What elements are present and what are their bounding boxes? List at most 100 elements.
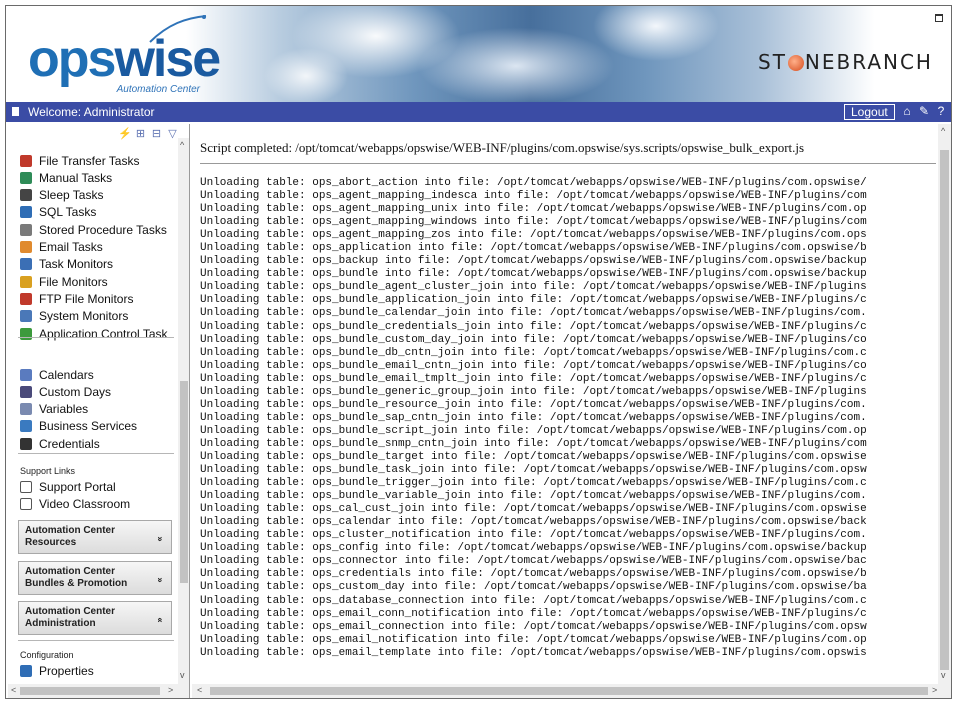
sidebar-item[interactable]: Application Control Task xyxy=(20,325,168,342)
lightning-icon[interactable]: ⚡ xyxy=(118,128,132,141)
sidebar-item[interactable]: Custom Days xyxy=(20,383,111,400)
sidebar-item[interactable]: Business Services xyxy=(20,418,137,435)
logo-main: ops xyxy=(28,30,116,88)
chevron-icon[interactable]: » xyxy=(154,536,166,541)
scroll-left-icon[interactable]: < xyxy=(11,685,16,695)
scroll-up-icon[interactable]: ^ xyxy=(941,126,945,136)
opswise-logo: opswise Automation Center xyxy=(28,15,221,98)
sidebar-item-label: Calendars xyxy=(39,367,94,382)
collapse-icon[interactable]: ⊟ xyxy=(150,128,163,141)
toggle-panel-icon[interactable] xyxy=(12,107,19,116)
sidebar-item[interactable]: File Monitors xyxy=(20,273,108,290)
logout-button[interactable]: Logout xyxy=(844,104,895,120)
sidebar-item[interactable]: File Transfer Tasks xyxy=(20,152,139,169)
sidebar-item[interactable]: Manual Tasks xyxy=(20,169,112,186)
file-transfer-icon xyxy=(20,154,32,167)
sidebar-item-label: System Monitors xyxy=(39,309,129,324)
brand-pre: ST xyxy=(758,50,787,74)
expand-icon[interactable]: ⊞ xyxy=(134,128,147,141)
file-monitor-icon xyxy=(20,275,32,288)
sidebar-item-label: Custom Days xyxy=(39,384,112,399)
sidebar-item[interactable]: Stored Procedure Tasks xyxy=(20,221,167,238)
sidebar-item-label: Stored Procedure Tasks xyxy=(39,222,167,237)
log-line: Unloading table: ops_database_connection… xyxy=(200,594,867,607)
sidebar-item-label: Task Monitors xyxy=(39,257,114,272)
business-services-icon xyxy=(20,420,32,433)
log-line: Unloading table: ops_bundle_resource_joi… xyxy=(200,398,867,411)
sidebar-item-label: File Monitors xyxy=(39,274,108,289)
log-line: Unloading table: ops_bundle_variable_joi… xyxy=(200,490,867,503)
sidebar-hscroll-thumb[interactable] xyxy=(20,687,160,695)
sidebar-item[interactable]: Task Monitors xyxy=(20,256,113,273)
panel-title-line2: Resources xyxy=(25,537,77,548)
collapsible-panel[interactable]: Automation Center Bundles & Promotion » xyxy=(18,561,172,595)
log-line: Unloading table: ops_bundle_db_cntn_join… xyxy=(200,346,867,359)
main-hscroll-thumb[interactable] xyxy=(210,687,928,695)
panel-title-line2: Administration xyxy=(25,618,96,629)
panel-title-line2: Bundles & Promotion xyxy=(25,578,128,589)
sidebar-item[interactable]: FTP File Monitors xyxy=(20,290,133,307)
email-icon xyxy=(20,241,32,253)
top-bar-icons: ⌂ ✎ ? xyxy=(900,104,948,118)
maximize-icon[interactable] xyxy=(935,14,943,22)
log-line: Unloading table: ops_application into fi… xyxy=(200,242,867,255)
sidebar-item[interactable]: SQL Tasks xyxy=(20,204,96,221)
sidebar-item-label: Support Portal xyxy=(39,479,116,494)
sidebar-item[interactable]: Video Classroom xyxy=(20,495,130,512)
scroll-left-icon[interactable]: < xyxy=(197,685,202,695)
sidebar-item[interactable]: Properties xyxy=(20,662,94,679)
section-divider xyxy=(18,337,174,338)
app-window: opswise Automation Center ST NEBRANCH Wel… xyxy=(5,5,952,699)
page-icon xyxy=(20,497,32,510)
logo-accent: wise xyxy=(114,30,221,88)
log-line: Unloading table: ops_bundle_target into … xyxy=(200,450,867,463)
sidebar-item[interactable]: System Monitors xyxy=(20,308,128,325)
top-bar: Welcome: Administrator Logout ⌂ ✎ ? xyxy=(6,102,951,122)
sidebar-item[interactable]: Email Tasks xyxy=(20,239,103,256)
panel-title-line1: Automation Center xyxy=(25,525,115,536)
sidebar-item[interactable]: Support Portal xyxy=(20,478,116,495)
sidebar-horizontal-scrollbar[interactable]: < > xyxy=(8,684,189,698)
sidebar-scroll-thumb[interactable] xyxy=(180,381,188,583)
sidebar-item-label: Sleep Tasks xyxy=(39,188,104,203)
sidebar-item-label: Email Tasks xyxy=(39,240,103,254)
chevron-icon[interactable]: « xyxy=(154,617,166,622)
sidebar-item[interactable]: Variables xyxy=(20,401,88,418)
sidebar-item-label: Variables xyxy=(39,402,89,417)
main-scroll-thumb[interactable] xyxy=(940,150,949,670)
log-line: Unloading table: ops_bundle_credentials_… xyxy=(200,320,867,333)
log-line: Unloading table: ops_abort_action into f… xyxy=(200,177,867,189)
script-status: Script completed: /opt/tomcat/webapps/op… xyxy=(200,140,805,155)
credentials-icon xyxy=(20,437,32,450)
sidebar-vertical-scrollbar[interactable]: ^ v xyxy=(178,138,189,684)
output-log: Unloading table: ops_abort_action into f… xyxy=(200,177,942,660)
scroll-right-icon[interactable]: > xyxy=(168,685,173,695)
log-line: Unloading table: ops_email_conn_notifica… xyxy=(200,607,867,620)
main-horizontal-scrollbar[interactable]: < > xyxy=(192,684,951,698)
log-line: Unloading table: ops_bundle_script_join … xyxy=(200,424,867,437)
sidebar-item[interactable]: Credentials xyxy=(20,435,100,452)
header-banner: opswise Automation Center ST NEBRANCH xyxy=(6,6,951,102)
sidebar-item[interactable]: Sleep Tasks xyxy=(20,187,103,204)
home-icon[interactable]: ⌂ xyxy=(900,104,914,118)
divider xyxy=(200,163,936,164)
log-line: Unloading table: ops_agent_mapping_zos i… xyxy=(200,229,867,242)
sidebar-item[interactable]: Calendars xyxy=(20,366,94,383)
stored-procedure-icon xyxy=(20,223,32,236)
sidebar-toolbar: ⚡ ⊞ ⊟ ▽ xyxy=(118,128,179,141)
log-line: Unloading table: ops_agent_mapping_windo… xyxy=(200,216,867,229)
tools-icon[interactable]: ✎ xyxy=(917,104,931,118)
scroll-right-icon[interactable]: > xyxy=(932,685,937,695)
help-icon[interactable]: ? xyxy=(934,104,948,118)
chevron-icon[interactable]: » xyxy=(154,577,166,582)
sidebar-item-label: Manual Tasks xyxy=(39,170,113,185)
collapsible-panel[interactable]: Automation Center Resources » xyxy=(18,520,172,554)
scroll-up-icon[interactable]: ^ xyxy=(180,140,184,150)
main-vertical-scrollbar[interactable]: ^ v xyxy=(938,124,951,684)
collapsible-panel[interactable]: Automation Center Administration « xyxy=(18,601,172,635)
log-line: Unloading table: ops_bundle into file: /… xyxy=(200,268,867,281)
scroll-down-icon[interactable]: v xyxy=(180,670,185,680)
system-monitor-icon xyxy=(20,310,32,323)
scroll-down-icon[interactable]: v xyxy=(941,670,946,680)
sidebar-item-label: FTP File Monitors xyxy=(39,291,134,306)
